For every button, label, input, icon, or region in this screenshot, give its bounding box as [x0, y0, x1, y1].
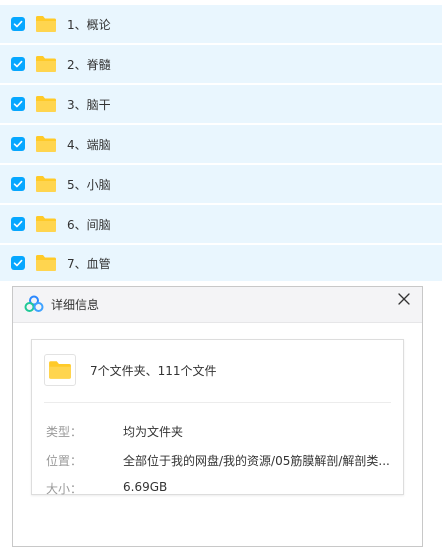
location-value: 全部位于我的网盘/我的资源/05筋膜解剖/解剖类... — [123, 454, 390, 468]
size-label: 大小： — [46, 482, 83, 496]
size-value: 6.69GB — [123, 480, 168, 494]
file-name[interactable]: 2、脊髓 — [67, 56, 111, 73]
close-icon[interactable] — [396, 291, 412, 307]
selection-summary: 7个文件夹、111个文件 — [90, 364, 217, 378]
file-name[interactable]: 5、小脑 — [67, 176, 111, 193]
details-dialog: 详细信息 7个文件夹、111个文件 类型： 均为文件夹 位置： 全部位于我的网盘… — [12, 286, 423, 547]
type-label: 类型： — [46, 425, 83, 439]
location-label: 位置： — [46, 454, 83, 468]
file-row[interactable]: 6、间脑 — [0, 205, 442, 243]
file-name[interactable]: 7、血管 — [67, 255, 111, 272]
dialog-title: 详细信息 — [51, 298, 100, 312]
file-row[interactable]: 7、血管 — [0, 245, 442, 281]
page: 1、概论 2、脊髓 3、脑干 4、端脑 5、小脑 6、间脑 7、血管 详细信息 … — [0, 0, 442, 558]
folder-icon — [35, 95, 57, 113]
checkbox-checked-icon[interactable] — [11, 97, 25, 111]
type-value: 均为文件夹 — [123, 425, 184, 439]
file-list: 1、概论 2、脊髓 3、脑干 4、端脑 5、小脑 6、间脑 7、血管 — [0, 5, 442, 283]
dialog-header: 详细信息 — [13, 287, 422, 323]
file-row[interactable]: 3、脑干 — [0, 85, 442, 123]
file-name[interactable]: 1、概论 — [67, 16, 111, 33]
folder-icon — [35, 254, 57, 272]
divider — [44, 402, 391, 403]
checkbox-checked-icon[interactable] — [11, 177, 25, 191]
folder-icon — [35, 135, 57, 153]
file-row[interactable]: 1、概论 — [0, 5, 442, 43]
file-name[interactable]: 6、间脑 — [67, 216, 111, 233]
checkbox-checked-icon[interactable] — [11, 137, 25, 151]
file-row[interactable]: 5、小脑 — [0, 165, 442, 203]
folder-icon — [35, 15, 57, 33]
checkbox-checked-icon[interactable] — [11, 57, 25, 71]
checkbox-checked-icon[interactable] — [11, 17, 25, 31]
file-name[interactable]: 3、脑干 — [67, 96, 111, 113]
file-row[interactable]: 2、脊髓 — [0, 45, 442, 83]
baidu-netdisk-logo-icon — [24, 295, 44, 313]
file-name[interactable]: 4、端脑 — [67, 136, 111, 153]
folder-icon — [44, 354, 76, 386]
folder-icon — [35, 175, 57, 193]
checkbox-checked-icon[interactable] — [11, 217, 25, 231]
folder-icon — [35, 55, 57, 73]
file-row[interactable]: 4、端脑 — [0, 125, 442, 163]
info-card: 7个文件夹、111个文件 类型： 均为文件夹 位置： 全部位于我的网盘/我的资源… — [31, 339, 404, 496]
folder-icon — [35, 215, 57, 233]
checkbox-checked-icon[interactable] — [11, 256, 25, 270]
